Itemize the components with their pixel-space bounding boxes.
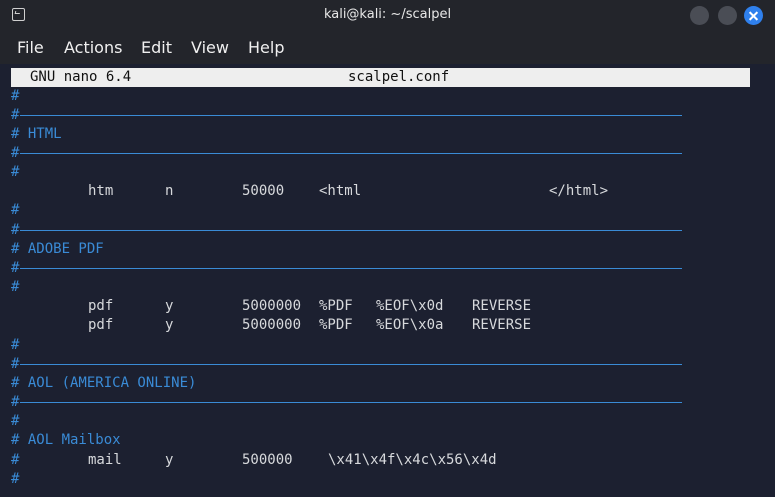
section-html: # HTML xyxy=(11,126,62,142)
comment-line: # xyxy=(11,279,20,295)
menu-bar: File Actions Edit View Help xyxy=(0,30,775,64)
case-cell: n xyxy=(165,183,174,199)
window-title: kali@kali: ~/scalpel xyxy=(323,7,452,22)
case-cell: y xyxy=(165,317,174,333)
separator-rule xyxy=(20,115,682,116)
size-cell: 500000 xyxy=(242,452,293,468)
section-aol-mailbox: # AOL Mailbox xyxy=(11,432,121,448)
separator-rule xyxy=(20,153,682,154)
separator-rule xyxy=(20,230,682,231)
comment-line: # xyxy=(11,260,20,276)
extension-cell: pdf xyxy=(88,298,114,314)
nano-version: GNU nano 6.4 xyxy=(30,69,132,85)
separator-rule xyxy=(20,364,682,365)
option-cell: REVERSE xyxy=(472,317,532,333)
size-cell: 5000000 xyxy=(242,317,302,333)
comment-line: # xyxy=(11,356,20,372)
rule-row-pdf: pdf y 5000000 %PDF %EOF\x0d REVERSE xyxy=(11,297,711,316)
menu-actions[interactable]: Actions xyxy=(64,38,122,57)
rule-row-htm: htm n 50000 <html </html> xyxy=(11,182,711,201)
separator-rule xyxy=(20,268,682,269)
header-cell: %PDF xyxy=(319,298,353,314)
nano-header: GNU nano 6.4 scalpel.conf xyxy=(11,68,750,87)
comment-line: # xyxy=(11,471,20,487)
maximize-button[interactable] xyxy=(718,6,737,25)
header-cell: %PDF xyxy=(319,317,353,333)
terminal-area[interactable]: GNU nano 6.4 scalpel.conf # # # HTML # #… xyxy=(0,64,775,497)
comment-line: # xyxy=(11,145,20,161)
comment-line: # xyxy=(11,413,20,429)
close-button[interactable] xyxy=(744,6,763,25)
comment-line: # xyxy=(11,88,20,104)
comment-line: # xyxy=(11,107,20,123)
menu-file[interactable]: File xyxy=(17,38,44,57)
header-cell: <html xyxy=(319,183,362,199)
comment-line: # xyxy=(11,222,20,238)
footer-cell: %EOF\x0d xyxy=(376,298,444,314)
size-cell: 5000000 xyxy=(242,298,302,314)
extension-cell: mail xyxy=(88,452,122,468)
menu-edit[interactable]: Edit xyxy=(141,38,172,57)
menu-help[interactable]: Help xyxy=(248,38,284,57)
comment-line: # xyxy=(11,164,20,180)
separator-rule xyxy=(20,402,682,403)
section-pdf: # ADOBE PDF xyxy=(11,241,104,257)
comment-line: # xyxy=(11,337,20,353)
nano-filename: scalpel.conf xyxy=(348,69,450,85)
comment-line: # xyxy=(11,202,20,218)
extension-cell: htm xyxy=(88,183,114,199)
case-cell: y xyxy=(165,452,174,468)
section-aol: # AOL (AMERICA ONLINE) xyxy=(11,375,197,391)
minimize-button[interactable] xyxy=(690,6,709,25)
footer-cell: %EOF\x0a xyxy=(376,317,444,333)
footer-cell: </html> xyxy=(549,183,609,199)
comment-marker: # xyxy=(11,452,20,468)
extension-cell: pdf xyxy=(88,317,114,333)
option-cell: REVERSE xyxy=(472,298,532,314)
menu-view[interactable]: View xyxy=(191,38,229,57)
header-cell: \x41\x4f\x4c\x56\x4d xyxy=(328,452,497,468)
case-cell: y xyxy=(165,298,174,314)
rule-row-pdf: pdf y 5000000 %PDF %EOF\x0a REVERSE xyxy=(11,316,711,335)
comment-line: # xyxy=(11,394,20,410)
rule-row-mail: # mail y 500000 \x41\x4f\x4c\x56\x4d xyxy=(11,451,711,470)
title-bar: kali@kali: ~/scalpel xyxy=(0,0,775,30)
size-cell: 50000 xyxy=(242,183,285,199)
